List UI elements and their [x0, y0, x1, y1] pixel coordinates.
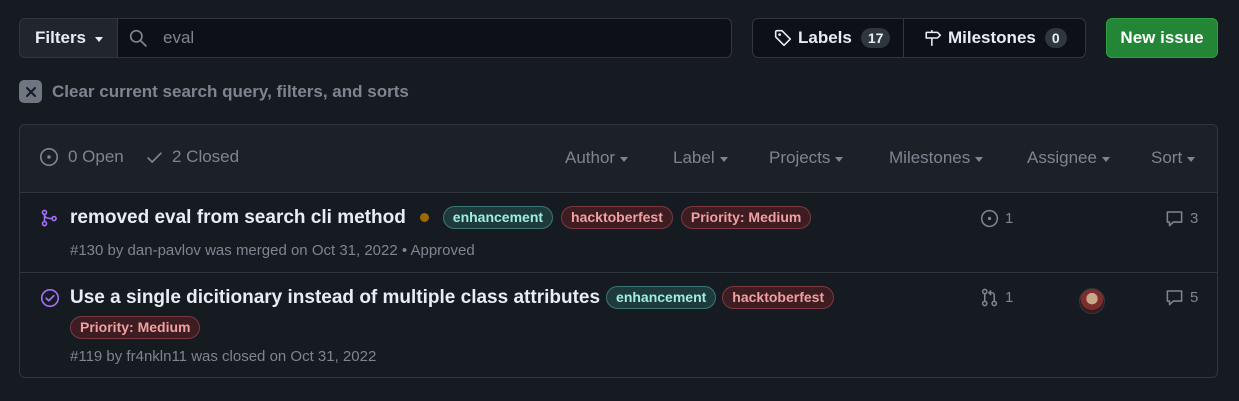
issue-labels-wrap: Priority: Medium [70, 316, 201, 339]
git-merge-icon [40, 209, 58, 227]
close-icon [19, 80, 42, 103]
comment-icon [1165, 288, 1184, 307]
closed-issues-tab[interactable]: 2 Closed [146, 147, 239, 167]
projects-filter-label: Projects [769, 148, 831, 167]
author-filter[interactable]: Author [565, 148, 629, 168]
new-issue-button[interactable]: New issue [1106, 18, 1218, 58]
sort-filter-label: Sort [1151, 148, 1183, 167]
labels-milestones-group: Labels 17 Milestones 0 [752, 18, 1086, 58]
search-input[interactable] [161, 27, 705, 49]
tag-icon [774, 29, 792, 47]
issue-title-link[interactable]: Use a single dicitionary instead of mult… [70, 287, 600, 309]
assignee-filter-label: Assignee [1027, 148, 1097, 167]
labels-button[interactable]: Labels 17 [753, 19, 904, 57]
comments-count[interactable]: 3 [1165, 209, 1198, 228]
comments-count-value: 5 [1190, 289, 1199, 306]
milestones-button[interactable]: Milestones 0 [904, 19, 1067, 57]
closed-count-label: 2 Closed [172, 147, 240, 166]
linked-count-value: 1 [1005, 210, 1014, 227]
avatar[interactable] [1079, 288, 1105, 314]
comments-count[interactable]: 5 [1165, 288, 1198, 307]
projects-filter[interactable]: Projects [769, 148, 844, 168]
label-filter[interactable]: Label [673, 148, 728, 168]
label-enhancement[interactable]: enhancement [606, 286, 717, 309]
filters-button[interactable]: Filters [19, 18, 118, 58]
milestones-counter: 0 [1044, 28, 1067, 48]
review-status: • Approved [401, 242, 475, 259]
milestones-filter-label: Milestones [889, 148, 971, 167]
check-circle-icon [40, 288, 60, 308]
label-filter-label: Label [673, 148, 715, 167]
comment-icon [1165, 209, 1184, 228]
label-enhancement[interactable]: enhancement [442, 206, 554, 229]
chevron-down-icon [620, 156, 629, 162]
clear-filters-link[interactable]: Clear current search query, filters, and… [19, 80, 409, 103]
labels-label: Labels [798, 28, 852, 47]
labels-counter: 17 [860, 28, 891, 48]
search-field[interactable] [117, 18, 732, 58]
label-hacktoberfest[interactable]: hacktoberfest [561, 206, 673, 229]
label-hacktoberfest[interactable]: hacktoberfest [722, 286, 835, 309]
label-priority-medium[interactable]: Priority: Medium [680, 206, 812, 229]
milestones-label: Milestones [948, 28, 1036, 47]
issue-title-link[interactable]: removed eval from search cli method [70, 207, 406, 229]
clear-filters-text: Clear current search query, filters, and… [52, 81, 409, 101]
issue-meta-text: #119 by fr4nkln11 was closed on Oct 31, … [70, 348, 377, 365]
label-priority-medium[interactable]: Priority: Medium [70, 316, 201, 339]
row-divider [19, 272, 1218, 273]
issue-meta: #130 by dan-pavlov was merged on Oct 31,… [70, 242, 475, 259]
issue-meta-text: #130 by dan-pavlov was merged on Oct 31,… [70, 242, 398, 259]
milestone-icon [924, 29, 942, 47]
chevron-down-icon [835, 156, 844, 162]
check-icon [146, 149, 163, 166]
author-filter-label: Author [565, 148, 616, 167]
git-pull-request-icon [980, 288, 999, 307]
search-icon [129, 29, 147, 47]
chevron-down-icon [975, 156, 984, 162]
linked-issues-count[interactable]: 1 [980, 209, 1013, 228]
chevron-down-icon [95, 36, 104, 42]
linked-count-value: 1 [1005, 289, 1014, 306]
open-issues-tab[interactable]: 0 Open [39, 147, 124, 167]
milestones-filter[interactable]: Milestones [889, 148, 984, 168]
comments-count-value: 3 [1190, 210, 1199, 227]
filters-label: Filters [35, 28, 87, 47]
linked-pull-requests-count[interactable]: 1 [980, 288, 1013, 307]
sort-filter[interactable]: Sort [1151, 148, 1196, 168]
open-count-label: 0 Open [68, 147, 124, 166]
chevron-down-icon [1101, 156, 1110, 162]
issue-opened-icon [39, 147, 59, 167]
pending-status-dot [419, 213, 429, 222]
table-row: removed eval from search cli method enha… [70, 206, 812, 229]
assignee-filter[interactable]: Assignee [1027, 148, 1110, 168]
issue-opened-icon [980, 209, 999, 228]
table-row: Use a single dicitionary instead of mult… [70, 286, 835, 309]
chevron-down-icon [1187, 156, 1196, 162]
chevron-down-icon [719, 156, 728, 162]
